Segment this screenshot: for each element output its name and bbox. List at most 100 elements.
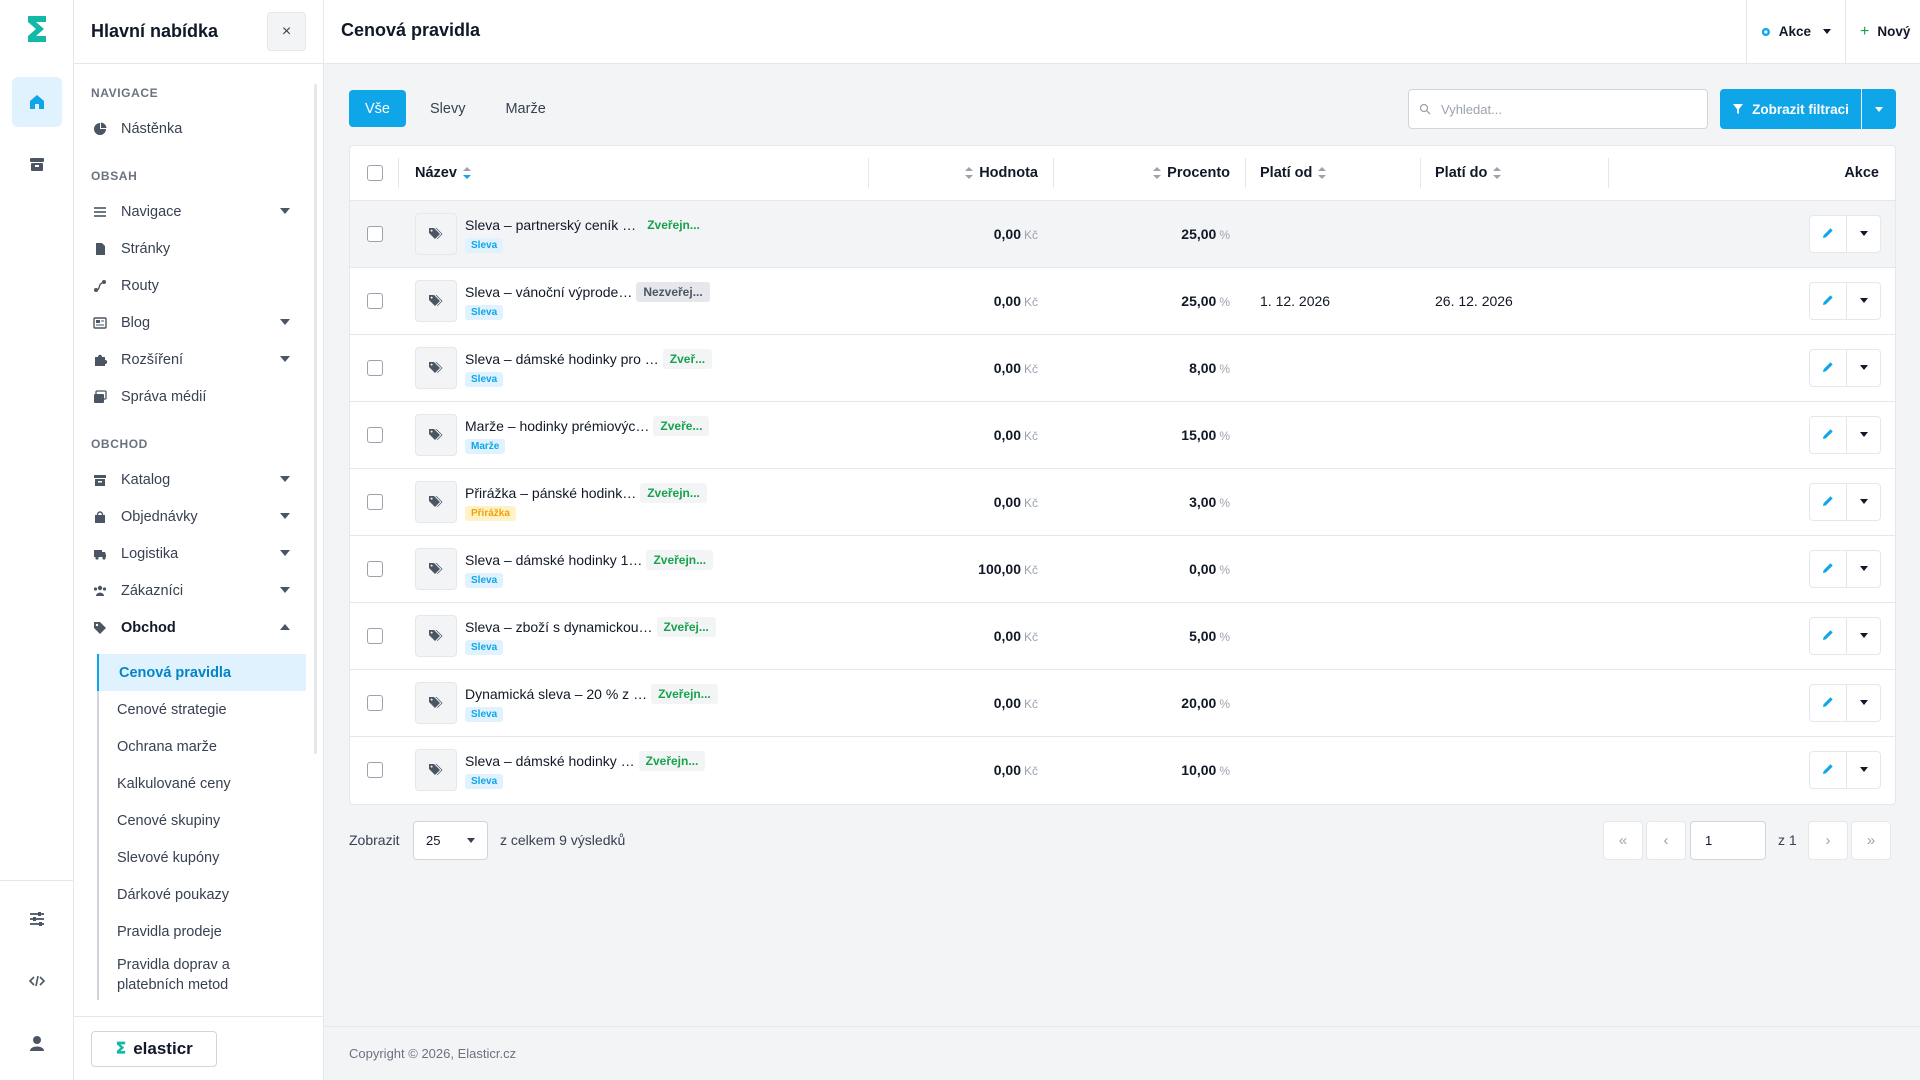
table-row[interactable]: Sleva – partnerský ceník … Zveřejn... Slev… (350, 200, 1895, 267)
rule-name-link[interactable]: Dynamická sleva – 20 % z … (465, 686, 647, 702)
sidebar-item-nástěnka[interactable]: Nástěnka (91, 110, 306, 147)
table-row[interactable]: Sleva – vánoční výprode… Nezveřej... Sleva… (350, 267, 1895, 334)
rail-home-button[interactable] (12, 77, 62, 127)
edit-button[interactable] (1809, 683, 1847, 722)
sidebar-subitem-dárkové-poukazy[interactable]: Dárkové poukazy (99, 876, 306, 913)
sidebar-item-stránky[interactable]: Stránky (91, 230, 306, 267)
new-button[interactable]: + Nový (1845, 0, 1920, 63)
table-row[interactable]: Sleva – zboží s dynamickou… Zveřej... Slev… (350, 602, 1895, 669)
user-icon (30, 1036, 44, 1051)
rail-code-button[interactable] (12, 956, 62, 1006)
show-filter-button[interactable]: Zobrazit filtraci (1720, 89, 1861, 129)
rule-name-link[interactable]: Sleva – zboží s dynamickou… (465, 619, 653, 635)
row-checkbox[interactable] (367, 426, 383, 443)
edit-button[interactable] (1809, 482, 1847, 521)
sidebar-close-button[interactable]: × (267, 12, 306, 51)
row-checkbox[interactable] (367, 225, 383, 242)
column-header-percent[interactable]: Procento (1054, 146, 1246, 201)
last-page-button[interactable]: » (1851, 821, 1891, 860)
sidebar-item-objednávky[interactable]: Objednávky (91, 498, 306, 535)
first-page-button[interactable]: « (1603, 821, 1643, 860)
row-checkbox[interactable] (367, 627, 383, 644)
edit-button[interactable] (1809, 750, 1847, 789)
column-header-value[interactable]: Hodnota (869, 146, 1054, 201)
sidebar-item-rozšíření[interactable]: Rozšíření (91, 341, 306, 378)
row-actions-dropdown[interactable] (1847, 750, 1881, 789)
rail-settings-button[interactable] (12, 894, 62, 944)
elasticr-logo-icon[interactable] (24, 14, 50, 50)
edit-button[interactable] (1809, 281, 1847, 320)
sidebar-item-katalog[interactable]: Katalog (91, 461, 306, 498)
tab-marže[interactable]: Marže (489, 90, 561, 127)
actions-dropdown-button[interactable]: Akce (1746, 0, 1845, 63)
page-number-input[interactable]: 1 (1690, 821, 1766, 860)
row-checkbox[interactable] (367, 292, 383, 309)
table-row[interactable]: Dynamická sleva – 20 % z … Zveřejn... Slev… (350, 669, 1895, 736)
table-row[interactable]: Sleva – dámské hodinky … Zveřejn... Sleva 0… (350, 736, 1895, 803)
column-percent-label: Procento (1167, 164, 1230, 181)
row-checkbox[interactable] (367, 359, 383, 376)
rule-name-link[interactable]: Přirážka – pánské hodink… (465, 485, 636, 501)
search-input[interactable] (1441, 101, 1691, 117)
rule-name-link[interactable]: Marže – hodinky prémiovýc… (465, 418, 649, 434)
rail-store-button[interactable] (12, 139, 62, 189)
sidebar-subitem-kalkulované-ceny[interactable]: Kalkulované ceny (99, 765, 306, 802)
column-header-name[interactable]: Název (399, 146, 869, 201)
sidebar-scrollbar[interactable] (314, 84, 317, 754)
sidebar-item-logistika[interactable]: Logistika (91, 535, 306, 572)
sidebar-subitem-cenová-pravidla[interactable]: Cenová pravidla (97, 654, 306, 691)
sidebar-item-routy[interactable]: Routy (91, 267, 306, 304)
column-header-valid-from[interactable]: Platí od (1246, 146, 1421, 201)
edit-button[interactable] (1809, 214, 1847, 253)
edit-button[interactable] (1809, 549, 1847, 588)
rule-name-link[interactable]: Sleva – vánoční výprode… (465, 284, 632, 300)
sidebar-item-správa-médií[interactable]: Správa médií (91, 378, 306, 415)
sidebar-subitem-slevové-kupóny[interactable]: Slevové kupóny (99, 839, 306, 876)
sidebar-subitem-pravidla-prodeje[interactable]: Pravidla prodeje (99, 913, 306, 950)
search-field[interactable] (1408, 89, 1708, 129)
sidebar-subitem-cenové-skupiny[interactable]: Cenové skupiny (99, 802, 306, 839)
row-checkbox[interactable] (367, 493, 383, 510)
row-checkbox[interactable] (367, 761, 383, 778)
sidebar-subitem-pravidla-doprav-a-platebních-metod[interactable]: Pravidla doprav a platebních metod (99, 950, 306, 1000)
rail-user-button[interactable] (12, 1018, 62, 1068)
row-checkbox[interactable] (367, 560, 383, 577)
row-actions-dropdown[interactable] (1847, 549, 1881, 588)
elasticr-brand-button[interactable]: elasticr (91, 1030, 217, 1067)
sidebar-subitem-ochrana-marže[interactable]: Ochrana marže (99, 728, 306, 765)
table-row[interactable]: Marže – hodinky prémiovýc… Zveře... Marže 0… (350, 401, 1895, 468)
edit-button[interactable] (1809, 348, 1847, 387)
sidebar-item-blog[interactable]: Blog (91, 304, 306, 341)
rule-name-link[interactable]: Sleva – partnerský ceník … (465, 217, 636, 233)
value-amount: 0,00 (993, 359, 1021, 376)
sidebar-item-obchod[interactable]: Obchod (91, 609, 306, 646)
page-size-select[interactable]: 25 (413, 821, 488, 860)
sidebar-item-navigace[interactable]: Navigace (91, 193, 306, 230)
row-actions-dropdown[interactable] (1847, 415, 1881, 454)
next-page-button[interactable]: › (1808, 821, 1848, 860)
rule-name-link[interactable]: Sleva – dámské hodinky 1… (465, 552, 642, 568)
table-row[interactable]: Přirážka – pánské hodink… Zveřejn... Přirá… (350, 468, 1895, 535)
tab-vše[interactable]: Vše (349, 90, 406, 127)
row-actions-dropdown[interactable] (1847, 281, 1881, 320)
edit-button[interactable] (1809, 616, 1847, 655)
filter-dropdown-button[interactable] (1862, 89, 1896, 129)
edit-button[interactable] (1809, 415, 1847, 454)
currency-unit: Kč (1023, 763, 1038, 778)
row-actions-dropdown[interactable] (1847, 348, 1881, 387)
column-header-valid-to[interactable]: Platí do (1421, 146, 1609, 201)
prev-page-button[interactable]: ‹ (1646, 821, 1686, 860)
row-checkbox[interactable] (367, 694, 383, 711)
row-actions-dropdown[interactable] (1847, 214, 1881, 253)
tab-slevy[interactable]: Slevy (414, 90, 481, 127)
row-actions-dropdown[interactable] (1847, 482, 1881, 521)
sidebar-item-zákazníci[interactable]: Zákazníci (91, 572, 306, 609)
rule-name-link[interactable]: Sleva – dámské hodinky pro … (465, 351, 659, 367)
table-row[interactable]: Sleva – dámské hodinky pro … Zveř... Sleva… (350, 334, 1895, 401)
table-row[interactable]: Sleva – dámské hodinky 1… Zveřejn... Sleva… (350, 535, 1895, 602)
sidebar-subitem-cenové-strategie[interactable]: Cenové strategie (99, 691, 306, 728)
row-actions-dropdown[interactable] (1847, 683, 1881, 722)
select-all-checkbox[interactable] (367, 164, 383, 181)
rule-name-link[interactable]: Sleva – dámské hodinky … (465, 753, 635, 769)
row-actions-dropdown[interactable] (1847, 616, 1881, 655)
